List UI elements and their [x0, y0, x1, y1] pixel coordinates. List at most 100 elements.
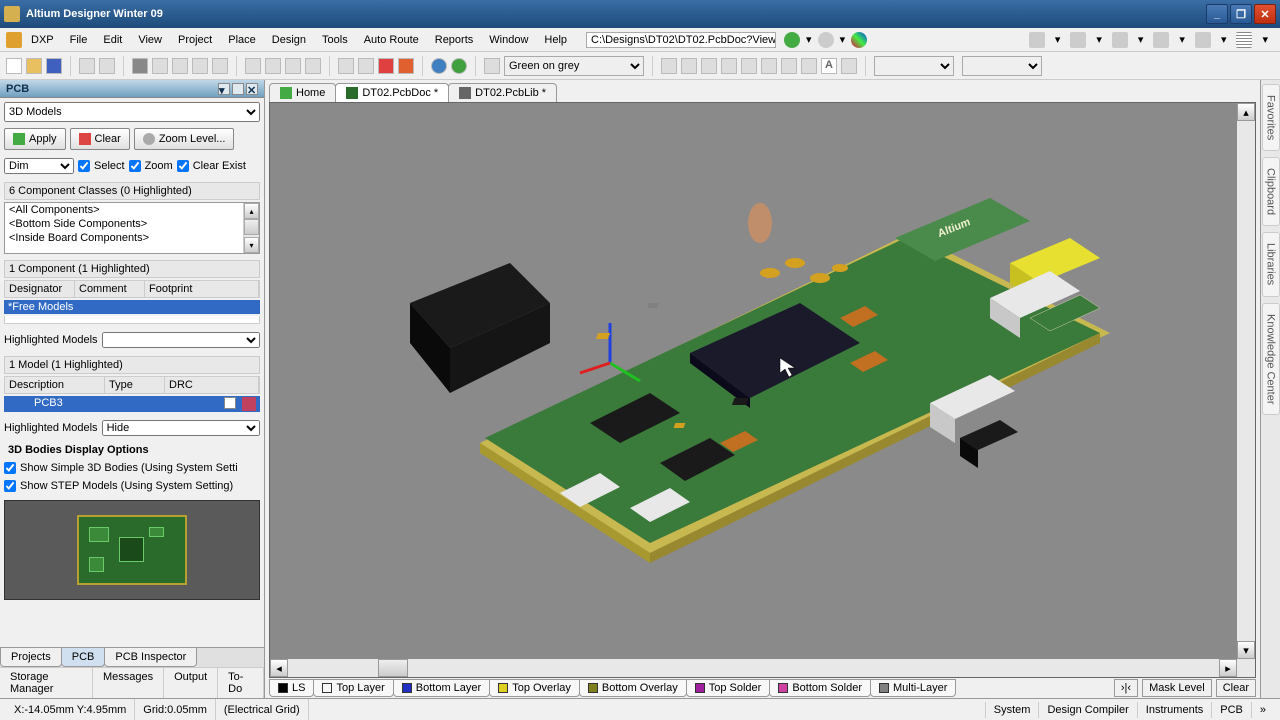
arc-icon[interactable] [761, 58, 777, 74]
move-icon[interactable] [338, 58, 354, 74]
tab-pcb[interactable]: PCB [61, 648, 106, 667]
model-row-selected[interactable]: PCB3 [4, 396, 260, 412]
menu-project[interactable]: Project [171, 32, 219, 48]
scroll-right-button[interactable]: ▸ [1219, 659, 1237, 677]
route-icon[interactable] [661, 58, 677, 74]
status-instruments-button[interactable]: Instruments [1137, 702, 1211, 718]
tool-icon-1[interactable] [1029, 32, 1045, 48]
tool-icon-5[interactable] [1195, 32, 1211, 48]
menu-edit[interactable]: Edit [96, 32, 129, 48]
copy-icon[interactable] [265, 58, 281, 74]
scrollbar[interactable]: ▴▾ [243, 203, 259, 253]
output-button[interactable]: Output [164, 668, 218, 698]
list-item[interactable]: <Bottom Side Components> [5, 217, 259, 231]
tab-pcbdoc[interactable]: DT02.PcbDoc * [335, 83, 449, 102]
scroll-up-button[interactable]: ▴ [1237, 103, 1255, 121]
menu-design[interactable]: Design [265, 32, 313, 48]
paste-icon[interactable] [285, 58, 301, 74]
zoom-area-icon[interactable] [172, 58, 188, 74]
status-pcb-button[interactable]: PCB [1211, 702, 1251, 718]
menu-tools[interactable]: Tools [315, 32, 355, 48]
maximize-button[interactable]: ❐ [1230, 4, 1252, 24]
menu-autoroute[interactable]: Auto Route [357, 32, 426, 48]
layer-top-solder[interactable]: Top Solder [686, 679, 771, 697]
cut-icon[interactable] [245, 58, 261, 74]
col-footprint[interactable]: Footprint [145, 281, 259, 297]
zoom-level-button[interactable]: Zoom Level... [134, 128, 235, 150]
menu-window[interactable]: Window [482, 32, 535, 48]
tab-pcb-inspector[interactable]: PCB Inspector [104, 648, 197, 667]
layer-bottom-overlay[interactable]: Bottom Overlay [579, 679, 687, 697]
scroll-left-button[interactable]: ◂ [270, 659, 288, 677]
layer-bottom[interactable]: Bottom Layer [393, 679, 490, 697]
hide-select[interactable]: Hide [102, 420, 260, 436]
storage-manager-button[interactable]: Storage Manager [0, 668, 93, 698]
classes-list[interactable]: <All Components> <Bottom Side Components… [4, 202, 260, 254]
menu-reports[interactable]: Reports [428, 32, 481, 48]
array-icon[interactable] [841, 58, 857, 74]
tab-home[interactable]: Home [269, 83, 336, 102]
fit-icon[interactable] [152, 58, 168, 74]
refresh-icon[interactable] [212, 58, 228, 74]
status-system-button[interactable]: System [985, 702, 1039, 718]
show-simple-checkbox[interactable] [4, 462, 16, 474]
tab-projects[interactable]: Projects [0, 648, 62, 667]
redo-icon[interactable] [451, 58, 467, 74]
nav-dropdown-icon[interactable]: ▾ [806, 33, 812, 46]
select-checkbox[interactable] [78, 160, 90, 172]
vertical-scrollbar[interactable]: ▴ ▾ [1237, 103, 1255, 677]
minimize-button[interactable]: _ [1206, 4, 1228, 24]
fill-icon[interactable] [781, 58, 797, 74]
list-item[interactable]: <All Components> [5, 203, 259, 217]
apply-button[interactable]: Apply [4, 128, 66, 150]
layer-top-overlay[interactable]: Top Overlay [489, 679, 580, 697]
dropdown-2[interactable] [962, 56, 1042, 76]
deselect-icon[interactable] [398, 58, 414, 74]
nav-back-icon[interactable] [818, 32, 834, 48]
color-scheme-select[interactable]: Green on grey [504, 56, 644, 76]
nav-home-icon[interactable] [851, 32, 867, 48]
menu-dxp[interactable]: DXP [24, 32, 61, 48]
cross-select-icon[interactable] [378, 58, 394, 74]
tool-icon-2[interactable] [1070, 32, 1086, 48]
panel-pin-icon[interactable] [232, 83, 244, 95]
filter-mode-select[interactable]: 3D Models [4, 102, 260, 122]
col-designator[interactable]: Designator [5, 281, 75, 297]
string-icon[interactable]: A [821, 58, 837, 74]
list-item[interactable]: <Inside Board Components> [5, 231, 259, 245]
menu-help[interactable]: Help [537, 32, 574, 48]
via-icon[interactable] [721, 58, 737, 74]
mask-level-button[interactable]: Mask Level [1142, 679, 1212, 697]
clear-button[interactable]: Clear [70, 128, 130, 150]
clear-mask-button[interactable]: Clear [1216, 679, 1256, 697]
scroll-down-button[interactable]: ▾ [1237, 641, 1255, 659]
horizontal-scrollbar[interactable]: ◂ ▸ [270, 659, 1237, 677]
duplicate-icon[interactable] [305, 58, 321, 74]
clear-exist-checkbox[interactable] [177, 160, 189, 172]
todo-button[interactable]: To-Do [218, 668, 264, 698]
tab-libraries[interactable]: Libraries [1262, 232, 1280, 296]
panel-close-icon[interactable]: ✕ [246, 83, 258, 95]
tab-favorites[interactable]: Favorites [1262, 84, 1280, 151]
menu-place[interactable]: Place [221, 32, 263, 48]
grid-icon[interactable] [1236, 32, 1252, 48]
col-drc[interactable]: DRC [165, 377, 259, 393]
close-button[interactable]: ✕ [1254, 4, 1276, 24]
layer-top[interactable]: Top Layer [313, 679, 393, 697]
preview-icon[interactable] [99, 58, 115, 74]
new-file-icon[interactable] [6, 58, 22, 74]
tab-knowledge-center[interactable]: Knowledge Center [1262, 303, 1280, 416]
col-type[interactable]: Type [105, 377, 165, 393]
open-file-icon[interactable] [26, 58, 42, 74]
panel-dropdown-icon[interactable]: ▾ [218, 83, 230, 95]
highlighted-models-select[interactable] [102, 332, 260, 348]
document-path-input[interactable]: C:\Designs\DT02\DT02.PcbDoc?ViewN [586, 32, 776, 48]
zoom-selected-icon[interactable] [192, 58, 208, 74]
component-row-selected[interactable]: *Free Models [4, 300, 260, 314]
layer-multi[interactable]: Multi-Layer [870, 679, 956, 697]
undo-icon[interactable] [431, 58, 447, 74]
polygon-icon[interactable] [801, 58, 817, 74]
col-description[interactable]: Description [5, 377, 105, 393]
tool-icon-4[interactable] [1153, 32, 1169, 48]
menu-file[interactable]: File [63, 32, 95, 48]
